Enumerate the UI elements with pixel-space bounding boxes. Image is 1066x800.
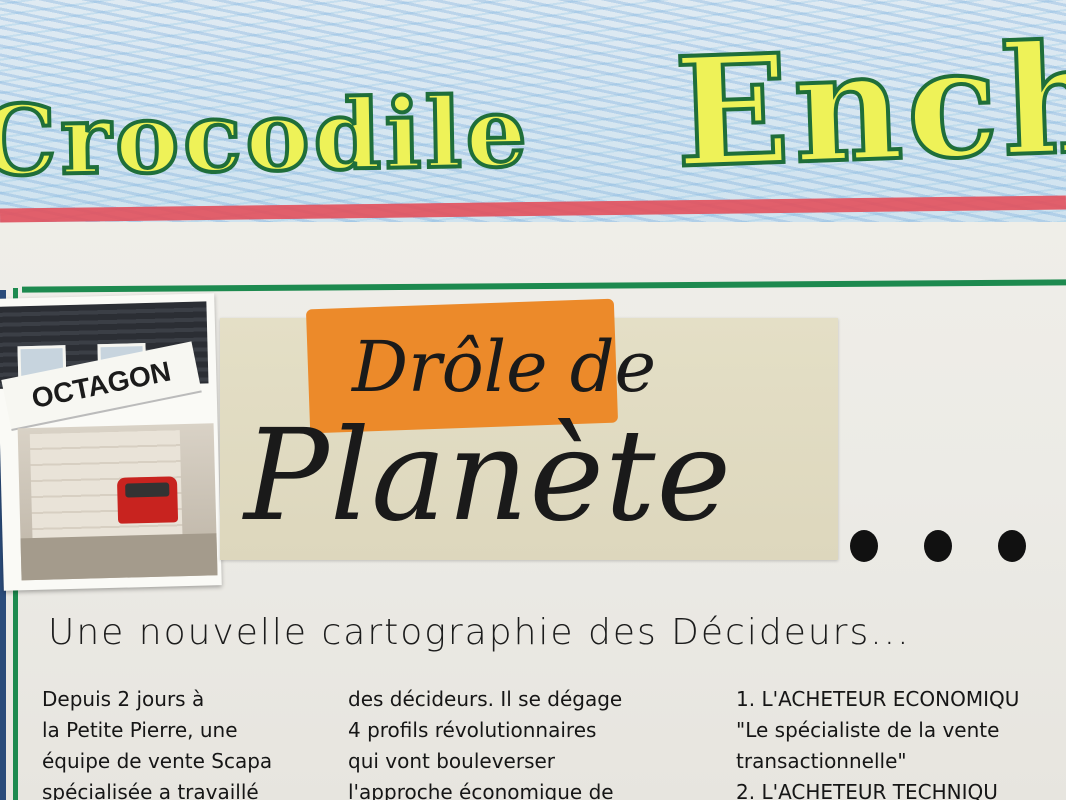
newspaper-clipping: Drôle de Planète (220, 298, 838, 560)
red-car-window (125, 482, 170, 498)
banner-word-1: Crocodile (0, 73, 534, 200)
octagon-photo: OCTAGON (0, 293, 222, 591)
notes-line: 1. L'ACHETEUR ECONOMIQU (736, 687, 1020, 711)
notes-line: 2. L'ACHETEUR TECHNIQU (736, 780, 998, 800)
clipping-line-1: Drôle de (352, 326, 657, 408)
notes-column-3: 1. L'ACHETEUR ECONOMIQU "Le spécialiste … (736, 684, 1019, 800)
notes-line: 4 profils révolutionnaires (348, 718, 597, 742)
notes-line: des décideurs. Il se dégage (348, 687, 623, 711)
notes-line: la Petite Pierre, une (42, 718, 238, 742)
banner-word-2: Ench (670, 8, 1066, 203)
notes-line: Depuis 2 jours à (42, 687, 205, 711)
notes-column-2: des décideurs. Il se dégage 4 profils ré… (348, 684, 622, 800)
clipping-line-2: Planète (244, 402, 733, 549)
ellipsis-dot (998, 530, 1026, 562)
notes-line: l'approche économique de (348, 780, 614, 800)
notes-line: "Le spécialiste de la vente (736, 718, 1000, 742)
notes-column-1: Depuis 2 jours à la Petite Pierre, une é… (42, 684, 272, 800)
handwritten-subtitle: Une nouvelle cartographie des Décideurs.… (48, 612, 911, 653)
whiteboard: Crocodile Ench OCTAGON Drôle de Planète … (0, 0, 1066, 800)
notes-line: spécialisée a travaillé (42, 780, 259, 800)
green-rule-top (21, 279, 1066, 293)
ellipsis-dot (850, 530, 878, 562)
notes-line: qui vont bouleverser (348, 749, 556, 773)
photo-floor (20, 533, 218, 581)
banner-title: Crocodile Ench (0, 4, 1066, 204)
notes-line: équipe de vente Scapa (42, 749, 273, 773)
title-banner: Crocodile Ench (0, 0, 1066, 222)
ellipsis-dots (850, 530, 1026, 562)
ellipsis-dot (924, 530, 952, 562)
notes-line: transactionnelle" (736, 749, 907, 773)
